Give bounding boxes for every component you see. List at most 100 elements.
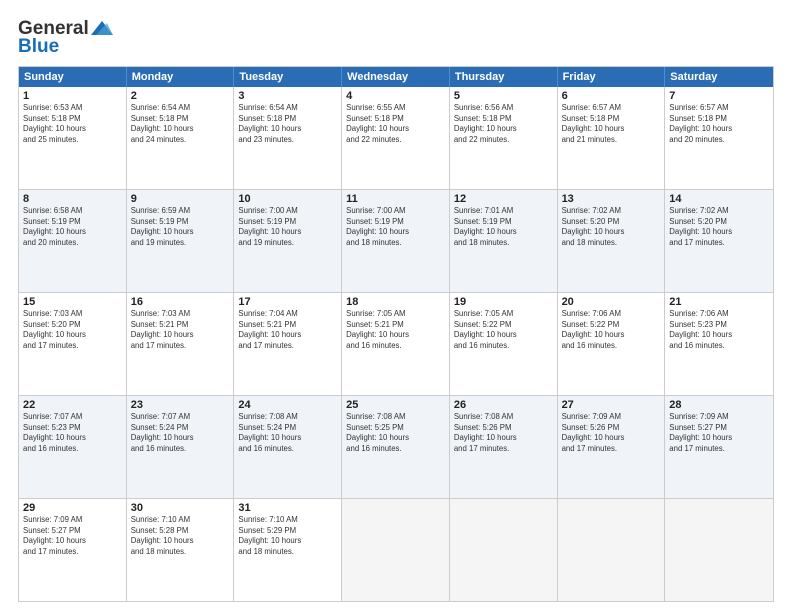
day-info: Sunrise: 7:06 AMSunset: 5:22 PMDaylight:… — [562, 309, 661, 351]
calendar-cell: 26Sunrise: 7:08 AMSunset: 5:26 PMDayligh… — [450, 396, 558, 498]
calendar-cell: 22Sunrise: 7:07 AMSunset: 5:23 PMDayligh… — [19, 396, 127, 498]
calendar-cell — [558, 499, 666, 601]
day-number: 21 — [669, 296, 769, 308]
header-day-monday: Monday — [127, 67, 235, 87]
day-info: Sunrise: 6:57 AMSunset: 5:18 PMDaylight:… — [562, 103, 661, 145]
calendar-cell: 27Sunrise: 7:09 AMSunset: 5:26 PMDayligh… — [558, 396, 666, 498]
day-number: 30 — [131, 502, 230, 514]
calendar-cell: 19Sunrise: 7:05 AMSunset: 5:22 PMDayligh… — [450, 293, 558, 395]
day-info: Sunrise: 7:10 AMSunset: 5:29 PMDaylight:… — [238, 515, 337, 557]
calendar-row-3: 15Sunrise: 7:03 AMSunset: 5:20 PMDayligh… — [19, 293, 773, 396]
day-info: Sunrise: 7:09 AMSunset: 5:26 PMDaylight:… — [562, 412, 661, 454]
logo-icon — [91, 21, 113, 37]
day-number: 24 — [238, 399, 337, 411]
calendar-cell: 13Sunrise: 7:02 AMSunset: 5:20 PMDayligh… — [558, 190, 666, 292]
day-number: 10 — [238, 193, 337, 205]
calendar-cell: 8Sunrise: 6:58 AMSunset: 5:19 PMDaylight… — [19, 190, 127, 292]
day-number: 11 — [346, 193, 445, 205]
day-info: Sunrise: 6:55 AMSunset: 5:18 PMDaylight:… — [346, 103, 445, 145]
calendar-cell: 10Sunrise: 7:00 AMSunset: 5:19 PMDayligh… — [234, 190, 342, 292]
day-info: Sunrise: 6:58 AMSunset: 5:19 PMDaylight:… — [23, 206, 122, 248]
calendar-cell: 12Sunrise: 7:01 AMSunset: 5:19 PMDayligh… — [450, 190, 558, 292]
day-number: 29 — [23, 502, 122, 514]
day-info: Sunrise: 7:04 AMSunset: 5:21 PMDaylight:… — [238, 309, 337, 351]
calendar-cell: 28Sunrise: 7:09 AMSunset: 5:27 PMDayligh… — [665, 396, 773, 498]
day-number: 6 — [562, 90, 661, 102]
day-info: Sunrise: 7:09 AMSunset: 5:27 PMDaylight:… — [669, 412, 769, 454]
day-number: 15 — [23, 296, 122, 308]
calendar-cell: 6Sunrise: 6:57 AMSunset: 5:18 PMDaylight… — [558, 87, 666, 189]
calendar-cell — [342, 499, 450, 601]
logo-blue: Blue — [18, 36, 59, 58]
day-number: 23 — [131, 399, 230, 411]
day-number: 27 — [562, 399, 661, 411]
day-info: Sunrise: 6:59 AMSunset: 5:19 PMDaylight:… — [131, 206, 230, 248]
day-info: Sunrise: 7:03 AMSunset: 5:21 PMDaylight:… — [131, 309, 230, 351]
day-info: Sunrise: 7:00 AMSunset: 5:19 PMDaylight:… — [346, 206, 445, 248]
day-info: Sunrise: 7:09 AMSunset: 5:27 PMDaylight:… — [23, 515, 122, 557]
calendar-cell: 21Sunrise: 7:06 AMSunset: 5:23 PMDayligh… — [665, 293, 773, 395]
day-number: 12 — [454, 193, 553, 205]
day-number: 9 — [131, 193, 230, 205]
day-number: 8 — [23, 193, 122, 205]
day-number: 20 — [562, 296, 661, 308]
day-info: Sunrise: 7:02 AMSunset: 5:20 PMDaylight:… — [562, 206, 661, 248]
calendar-cell: 24Sunrise: 7:08 AMSunset: 5:24 PMDayligh… — [234, 396, 342, 498]
calendar-body: 1Sunrise: 6:53 AMSunset: 5:18 PMDaylight… — [19, 87, 773, 601]
day-number: 3 — [238, 90, 337, 102]
header-day-saturday: Saturday — [665, 67, 773, 87]
day-number: 14 — [669, 193, 769, 205]
logo: General Blue — [18, 18, 113, 58]
calendar-cell — [665, 499, 773, 601]
day-info: Sunrise: 7:07 AMSunset: 5:24 PMDaylight:… — [131, 412, 230, 454]
day-info: Sunrise: 7:10 AMSunset: 5:28 PMDaylight:… — [131, 515, 230, 557]
calendar: SundayMondayTuesdayWednesdayThursdayFrid… — [18, 66, 774, 602]
day-info: Sunrise: 6:56 AMSunset: 5:18 PMDaylight:… — [454, 103, 553, 145]
day-info: Sunrise: 7:00 AMSunset: 5:19 PMDaylight:… — [238, 206, 337, 248]
day-number: 26 — [454, 399, 553, 411]
day-number: 2 — [131, 90, 230, 102]
day-info: Sunrise: 7:01 AMSunset: 5:19 PMDaylight:… — [454, 206, 553, 248]
day-number: 5 — [454, 90, 553, 102]
calendar-cell: 7Sunrise: 6:57 AMSunset: 5:18 PMDaylight… — [665, 87, 773, 189]
calendar-cell: 4Sunrise: 6:55 AMSunset: 5:18 PMDaylight… — [342, 87, 450, 189]
calendar-cell: 23Sunrise: 7:07 AMSunset: 5:24 PMDayligh… — [127, 396, 235, 498]
day-info: Sunrise: 7:07 AMSunset: 5:23 PMDaylight:… — [23, 412, 122, 454]
header-day-wednesday: Wednesday — [342, 67, 450, 87]
calendar-header: SundayMondayTuesdayWednesdayThursdayFrid… — [19, 67, 773, 87]
day-number: 7 — [669, 90, 769, 102]
header-day-thursday: Thursday — [450, 67, 558, 87]
day-number: 17 — [238, 296, 337, 308]
calendar-cell: 18Sunrise: 7:05 AMSunset: 5:21 PMDayligh… — [342, 293, 450, 395]
calendar-cell: 29Sunrise: 7:09 AMSunset: 5:27 PMDayligh… — [19, 499, 127, 601]
day-number: 18 — [346, 296, 445, 308]
day-number: 19 — [454, 296, 553, 308]
calendar-row-5: 29Sunrise: 7:09 AMSunset: 5:27 PMDayligh… — [19, 499, 773, 601]
header-day-friday: Friday — [558, 67, 666, 87]
day-info: Sunrise: 6:54 AMSunset: 5:18 PMDaylight:… — [238, 103, 337, 145]
calendar-cell: 25Sunrise: 7:08 AMSunset: 5:25 PMDayligh… — [342, 396, 450, 498]
calendar-cell: 17Sunrise: 7:04 AMSunset: 5:21 PMDayligh… — [234, 293, 342, 395]
calendar-row-1: 1Sunrise: 6:53 AMSunset: 5:18 PMDaylight… — [19, 87, 773, 190]
day-info: Sunrise: 7:08 AMSunset: 5:26 PMDaylight:… — [454, 412, 553, 454]
day-number: 22 — [23, 399, 122, 411]
day-number: 31 — [238, 502, 337, 514]
day-number: 1 — [23, 90, 122, 102]
calendar-cell: 3Sunrise: 6:54 AMSunset: 5:18 PMDaylight… — [234, 87, 342, 189]
calendar-row-2: 8Sunrise: 6:58 AMSunset: 5:19 PMDaylight… — [19, 190, 773, 293]
page: General Blue SundayMondayTuesdayWednesda… — [0, 0, 792, 612]
day-number: 16 — [131, 296, 230, 308]
day-info: Sunrise: 7:05 AMSunset: 5:22 PMDaylight:… — [454, 309, 553, 351]
day-info: Sunrise: 7:02 AMSunset: 5:20 PMDaylight:… — [669, 206, 769, 248]
header: General Blue — [18, 18, 774, 58]
calendar-cell: 9Sunrise: 6:59 AMSunset: 5:19 PMDaylight… — [127, 190, 235, 292]
calendar-cell — [450, 499, 558, 601]
day-number: 13 — [562, 193, 661, 205]
day-info: Sunrise: 7:08 AMSunset: 5:24 PMDaylight:… — [238, 412, 337, 454]
day-info: Sunrise: 7:05 AMSunset: 5:21 PMDaylight:… — [346, 309, 445, 351]
calendar-cell: 14Sunrise: 7:02 AMSunset: 5:20 PMDayligh… — [665, 190, 773, 292]
day-number: 25 — [346, 399, 445, 411]
calendar-cell: 30Sunrise: 7:10 AMSunset: 5:28 PMDayligh… — [127, 499, 235, 601]
day-info: Sunrise: 7:08 AMSunset: 5:25 PMDaylight:… — [346, 412, 445, 454]
day-number: 28 — [669, 399, 769, 411]
